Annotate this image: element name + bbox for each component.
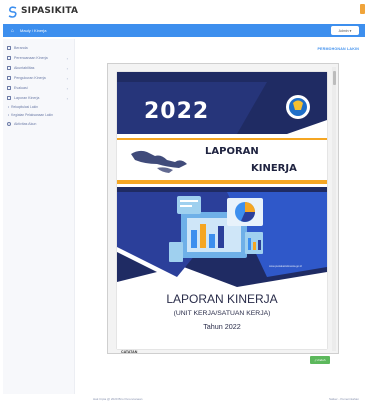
- sidebar-item-label: Perencanaan Kinerja: [14, 56, 48, 60]
- sidebar-subitem-rekapitulasi[interactable]: Rekapitulasi Lakin: [3, 103, 74, 111]
- sidebar-item-label: Pengukuran Kinerja: [14, 76, 46, 80]
- user-menu-button[interactable]: Admin ▾: [331, 26, 359, 35]
- page-title: PERMOHONAN LAKIN: [317, 47, 359, 51]
- report-cover-page: 2022 LAPORAN KINERJA www.pustakaindonesi…: [117, 72, 327, 349]
- viewer-scrollbar[interactable]: [332, 67, 336, 351]
- sidebar-item-akuntabilitas[interactable]: Akuntabilitas ›: [3, 63, 74, 73]
- sidebar-item-label: Akuntabilitas: [14, 66, 35, 70]
- scrollbar-thumb[interactable]: [332, 71, 336, 85]
- sidebar-item-label: Beranda: [14, 46, 28, 50]
- brand-name: SIPASIKITA: [21, 6, 79, 16]
- sidebar-item-label: Laporan Kinerja: [14, 96, 40, 100]
- pdf-viewer[interactable]: 2022 LAPORAN KINERJA www.pustakaindonesi…: [107, 63, 339, 354]
- chevron-right-icon: ›: [66, 55, 68, 61]
- footer: Hak Cipta @ 2020 Biro Perencanaan Satker…: [3, 394, 365, 403]
- sidebar-item-pengukuran[interactable]: Pengukuran Kinerja ›: [3, 73, 74, 83]
- sidebar-item-laporan[interactable]: Laporan Kinerja ›: [3, 93, 74, 103]
- sidebar-item-perencanaan[interactable]: Perencanaan Kinerja ›: [3, 53, 74, 63]
- chart-icon: [7, 66, 11, 70]
- sidebar-item-label: Aktivitas Akun: [14, 122, 37, 126]
- sidebar-subitem-label: Rekapitulasi Lakin: [11, 105, 38, 109]
- user-group-icon: [7, 122, 11, 126]
- cover-year-line: Tahun 2022: [203, 322, 241, 331]
- footer-right-text: Satker - Pemerintahan: [328, 397, 359, 401]
- sidebar-subitem-kegiatan[interactable]: Kegiatan Pelaksanaan Lakin: [3, 111, 74, 119]
- breadcrumb: Mauly / Kinerja: [20, 28, 47, 33]
- brand-bar: SIPASIKITA: [0, 0, 369, 22]
- logo-icon: [8, 5, 18, 18]
- chevron-right-icon: ›: [66, 75, 68, 81]
- cover-website: www.pustakaindonesia.go.id: [269, 265, 302, 268]
- app-window: SIPASIKITA ⌂ Mauly / Kinerja Admin ▾ Ber…: [0, 0, 369, 405]
- home-icon[interactable]: ⌂: [11, 28, 14, 34]
- download-button[interactable]: ⤓ Unduh: [310, 356, 330, 364]
- main-content: PERMOHONAN LAKIN 2022 LAPORAN KINERJA ww…: [76, 39, 365, 389]
- download-label: Unduh: [316, 358, 326, 362]
- cover-title-line1: LAPORAN: [205, 146, 259, 157]
- chevron-right-icon: ›: [66, 65, 68, 71]
- cover-title-line2: KINERJA: [251, 163, 297, 174]
- chevron-right-icon: ›: [66, 85, 68, 91]
- sidebar-item-label: Evaluasi: [14, 86, 28, 90]
- catatan-label: CATATAN: [121, 350, 138, 354]
- notification-icon[interactable]: [360, 4, 365, 14]
- user-label: Admin: [338, 28, 349, 33]
- cover-year: 2022: [144, 99, 210, 124]
- sidebar: Beranda Perencanaan Kinerja › Akuntabili…: [3, 39, 75, 394]
- top-navbar: ⌂ Mauly / Kinerja Admin ▾: [3, 24, 365, 37]
- cover-subtitle: (UNIT KERJA/SATUAN KERJA): [173, 310, 271, 317]
- sidebar-item-aktivitas[interactable]: Aktivitas Akun: [3, 119, 74, 129]
- chevron-down-icon: ›: [66, 95, 68, 101]
- sidebar-item-evaluasi[interactable]: Evaluasi ›: [3, 83, 74, 93]
- sidebar-subitem-label: Kegiatan Pelaksanaan Lakin: [11, 113, 53, 117]
- gauge-icon: [7, 76, 11, 80]
- footer-copyright: Hak Cipta @ 2020 Biro Perencanaan: [93, 396, 143, 401]
- sidebar-item-beranda[interactable]: Beranda: [3, 43, 74, 53]
- grid-icon: [7, 86, 11, 90]
- home-icon: [7, 46, 11, 50]
- cover-main-title: LAPORAN KINERJA: [166, 292, 278, 306]
- report-icon: [7, 96, 11, 100]
- document-icon: [7, 56, 11, 60]
